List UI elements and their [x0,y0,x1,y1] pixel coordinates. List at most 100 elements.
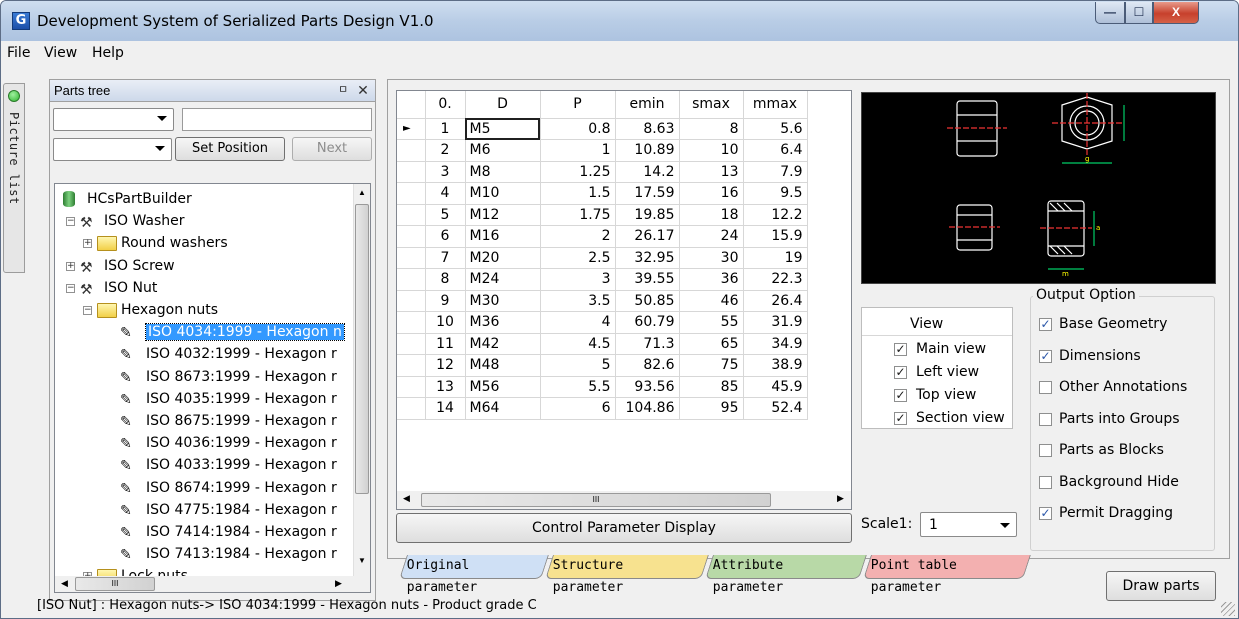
view-checkbox[interactable]: ✓ [894,412,907,425]
row-indicator[interactable] [397,397,426,420]
table-row[interactable]: 4 M10 1.5 17.59 16 9.5 [397,182,808,205]
tree-node[interactable]: + ⚒ ISO Screw [55,257,355,277]
search-input[interactable] [182,108,372,131]
tab-structure-parameter[interactable]: Structure parameter [545,555,709,595]
table-cell[interactable]: 30 [679,247,744,269]
scroll-left-icon[interactable]: ◀ [403,493,410,504]
table-cell[interactable]: 13 [425,376,466,398]
table-cell[interactable]: 4 [540,311,616,334]
table-row[interactable]: 11 M42 4.5 71.3 65 34.9 [397,333,808,355]
menu-file[interactable]: File [7,45,30,61]
collapse-icon[interactable]: − [66,217,75,227]
table-row[interactable]: 9 M30 3.5 50.85 46 26.4 [397,290,808,312]
tab-attribute-parameter[interactable]: Attribute parameter [705,555,867,595]
table-cell[interactable]: 5.5 [540,376,616,398]
output-option-checkbox[interactable]: ✓ [1039,349,1052,363]
table-cell[interactable]: 3.5 [540,290,616,312]
scroll-up-icon[interactable]: ▲ [358,188,366,197]
column-header[interactable]: 0. [425,91,466,119]
table-cell[interactable]: 1.25 [540,161,616,183]
tree-node[interactable]: ✎ ISO 8675:1999 - Hexagon r [55,412,355,432]
next-button[interactable]: Next [292,137,372,161]
table-cell[interactable]: 12.2 [743,204,808,226]
table-cell[interactable]: 8 [425,268,466,291]
table-cell[interactable]: 36 [679,268,744,291]
scale-combo[interactable]: 1 [920,512,1017,537]
tree-node[interactable]: ✎ ISO 7413:1984 - Hexagon r [55,545,355,565]
table-cell[interactable]: 19.85 [615,204,680,226]
row-indicator[interactable] [397,247,426,269]
table-cell[interactable]: 38.9 [743,354,808,377]
tree-node[interactable]: ✎ ISO 7414:1984 - Hexagon r [55,523,355,543]
current-row-icon[interactable]: ► [397,118,426,140]
table-row[interactable]: 3 M8 1.25 14.2 13 7.9 [397,161,808,183]
table-row[interactable]: 8 M24 3 39.55 36 22.3 [397,268,808,291]
table-cell[interactable]: 34.9 [743,333,808,355]
table-cell[interactable]: 18 [679,204,744,226]
collapse-icon[interactable]: − [66,283,75,293]
table-cell[interactable]: 2 [425,139,466,162]
table-row[interactable]: 5 M12 1.75 19.85 18 12.2 [397,204,808,226]
table-row[interactable]: 2 M6 1 10.89 10 6.4 [397,139,808,162]
view-item[interactable]: ✓ Left view [862,363,1012,386]
table-cell[interactable]: M6 [465,139,541,162]
table-cell[interactable]: 17.59 [615,182,680,205]
table-cell[interactable]: 4 [425,182,466,205]
view-checkbox[interactable]: ✓ [894,389,907,402]
tree-vertical-scrollbar[interactable]: ▲ ▼ [353,184,370,576]
table-cell[interactable]: M16 [465,225,541,248]
grid-hscroll-thumb[interactable]: III [421,493,771,507]
table-cell[interactable]: 6 [540,397,616,420]
row-indicator[interactable] [397,139,426,162]
table-cell[interactable]: 5 [540,354,616,377]
column-header[interactable]: smax [679,91,744,119]
output-option-checkbox[interactable] [1039,475,1052,489]
table-cell[interactable]: M48 [465,354,541,377]
menu-view[interactable]: View [44,45,77,61]
grid-horizontal-scrollbar[interactable]: ◀ III ▶ [397,491,851,509]
table-cell[interactable]: 5.6 [743,118,808,140]
table-cell[interactable]: 46 [679,290,744,312]
table-cell[interactable]: 71.3 [615,333,680,355]
tree-node[interactable]: ✎ ISO 4032:1999 - Hexagon r [55,345,355,365]
scroll-left-icon[interactable]: ◀ [61,578,68,589]
table-cell[interactable]: 10.89 [615,139,680,162]
table-cell[interactable]: 75 [679,354,744,377]
table-row[interactable]: ► 1 M5 0.8 8.63 8 5.6 [397,118,808,140]
minimize-button[interactable]: — [1095,2,1125,24]
tree-node[interactable]: ✎ ISO 8674:1999 - Hexagon r [55,479,355,499]
tree-node[interactable]: ✎ ISO 8673:1999 - Hexagon r [55,368,355,388]
table-cell[interactable]: 14.2 [615,161,680,183]
row-indicator[interactable] [397,268,426,291]
view-checkbox[interactable]: ✓ [894,343,907,356]
table-cell[interactable]: M8 [465,161,541,183]
table-row[interactable]: 13 M56 5.5 93.56 85 45.9 [397,376,808,398]
table-row[interactable]: 12 M48 5 82.6 75 38.9 [397,354,808,377]
row-indicator[interactable] [397,376,426,398]
picture-list-tab[interactable]: Picture list [3,83,25,273]
table-cell[interactable]: 26.4 [743,290,808,312]
table-cell[interactable]: 10 [679,139,744,162]
table-cell[interactable]: 24 [679,225,744,248]
table-cell[interactable]: 3 [540,268,616,291]
title-bar[interactable]: G Development System of Serialized Parts… [1,1,1238,41]
row-indicator[interactable] [397,311,426,334]
table-cell[interactable]: M30 [465,290,541,312]
table-row[interactable]: 14 M64 6 104.86 95 52.4 [397,397,808,420]
row-indicator[interactable] [397,182,426,205]
output-option-checkbox[interactable]: ✓ [1039,318,1052,331]
tree-horizontal-scrollbar[interactable]: ◀ III ▶ [55,576,370,592]
table-cell[interactable]: 9.5 [743,182,808,205]
table-cell[interactable]: 1 [425,118,466,140]
table-cell[interactable]: 6 [425,225,466,248]
tree-node[interactable]: ✎ ISO 4035:1999 - Hexagon r [55,390,355,410]
view-item[interactable]: ✓ Top view [862,386,1012,409]
category-combo[interactable] [53,108,174,131]
table-cell[interactable]: M10 [465,182,541,205]
table-cell[interactable]: 16 [679,182,744,205]
expand-icon[interactable]: + [83,239,92,249]
table-cell[interactable]: 6.4 [743,139,808,162]
table-row[interactable]: 6 M16 2 26.17 24 15.9 [397,225,808,248]
tree-node[interactable]: + Round washers [55,234,355,254]
output-option-checkbox[interactable]: ✓ [1039,507,1052,520]
